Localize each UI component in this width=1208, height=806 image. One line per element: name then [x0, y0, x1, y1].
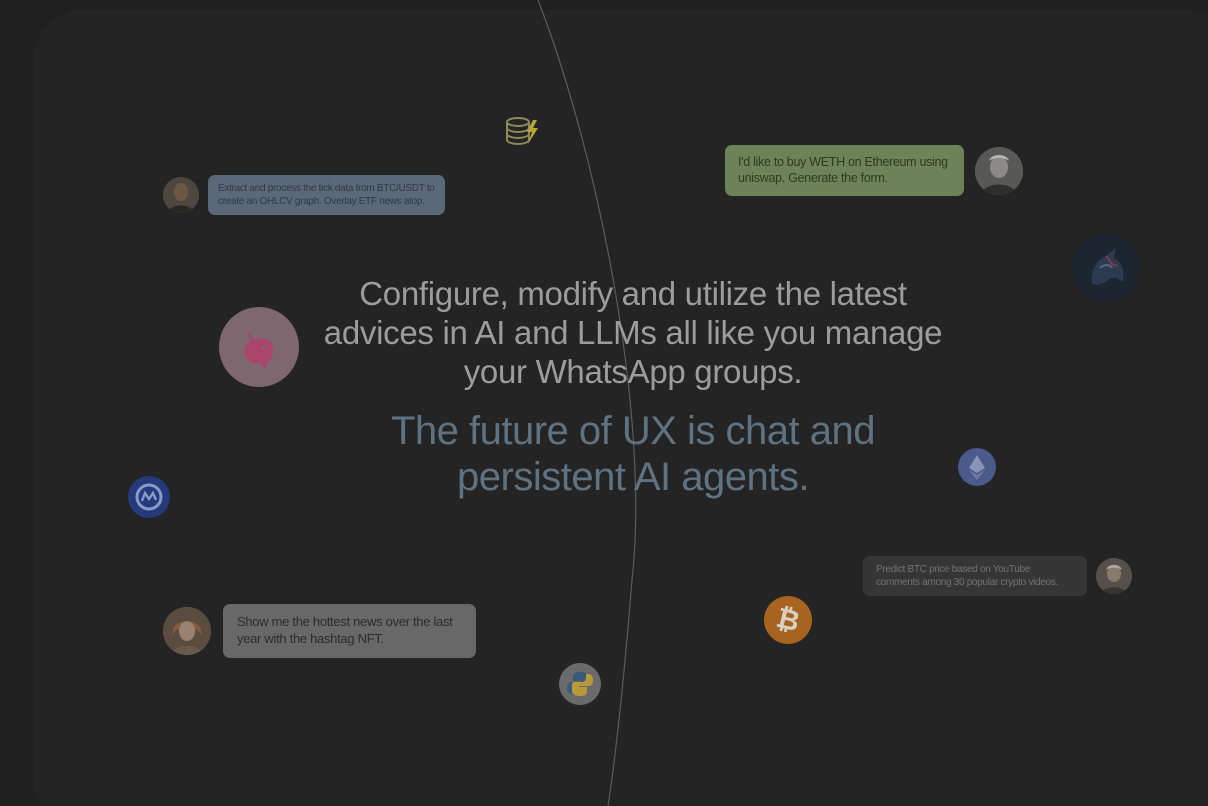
bitcoin-icon: ₿	[764, 596, 812, 644]
chat-bubble: Extract and process the tick data from B…	[208, 175, 445, 215]
user-avatar	[1096, 558, 1132, 594]
hero-headline: Configure, modify and utilize the latest…	[323, 275, 943, 390]
python-icon	[559, 663, 601, 705]
landing-stage: Configure, modify and utilize the latest…	[0, 0, 1208, 806]
user-avatar	[163, 177, 199, 213]
svg-text:₿: ₿	[773, 601, 803, 639]
chat-bubble: Show me the hottest news over the last y…	[223, 604, 476, 658]
database-lightning-icon	[503, 114, 541, 150]
hero-tagline: The future of UX is chat and persistent …	[390, 409, 876, 499]
chat-bubble: Predict BTC price based on YouTube comme…	[863, 556, 1087, 596]
chat-bubble: I'd like to buy WETH on Ethereum using u…	[725, 145, 964, 196]
1inch-unicorn-icon	[1072, 234, 1140, 302]
user-avatar	[163, 607, 211, 655]
uniswap-unicorn-icon	[219, 307, 299, 387]
coinmarketcap-icon	[128, 476, 170, 518]
user-avatar	[975, 147, 1023, 195]
ethereum-icon	[958, 448, 996, 486]
